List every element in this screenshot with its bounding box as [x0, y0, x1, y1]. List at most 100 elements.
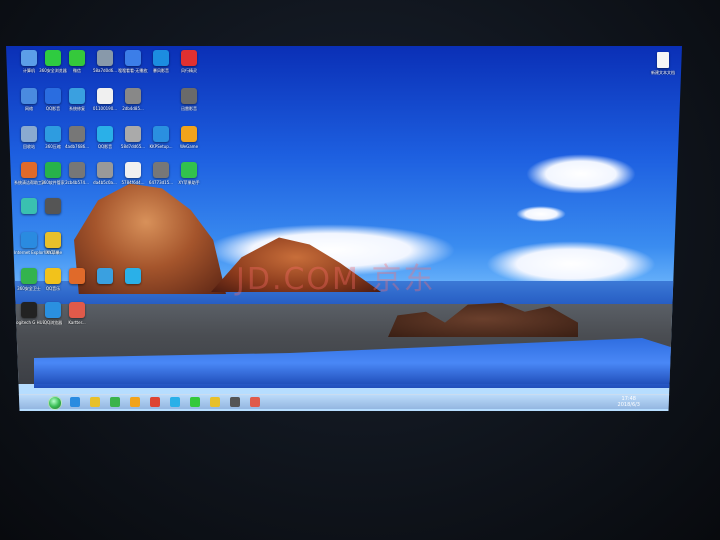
desktop-icon[interactable] — [62, 268, 92, 286]
desktop-icon[interactable]: 58d7dd65... — [118, 126, 148, 149]
app-icon — [153, 126, 169, 142]
desktop-icon[interactable]: 58a7d0d6... — [90, 50, 120, 73]
desktop-icon[interactable]: KKPSetup... — [146, 126, 176, 149]
app-icon — [97, 162, 113, 178]
app-icon — [181, 126, 197, 142]
desktop-icon-label: da4b5c0a... — [93, 180, 117, 185]
clock-date: 2018/6/3 — [617, 402, 640, 408]
desktop-icon-label: 2db4d85... — [122, 106, 144, 111]
taskbar-qq-icon[interactable] — [170, 397, 180, 407]
app-icon — [21, 232, 37, 248]
app-icon — [125, 162, 141, 178]
desktop-icon[interactable]: 暴风影音 — [146, 50, 176, 73]
app-icon — [45, 268, 61, 284]
app-icon — [69, 268, 85, 284]
app-icon — [45, 126, 61, 142]
app-icon — [125, 88, 141, 104]
app-icon — [97, 268, 113, 284]
desktop: JD.COM 京东 计算机 360安全浏览器 微信 58a7d0d6... 嗖嗖看看·无… — [6, 46, 682, 411]
desktop-icon-right[interactable]: 新建文本文档 — [645, 52, 681, 75]
desktop-icon-label: QQ音乐 — [45, 286, 61, 291]
system-clock[interactable]: 17:48 2018/6/3 — [618, 396, 640, 408]
app-icon — [69, 50, 85, 66]
app-icon — [97, 126, 113, 142]
desktop-icon[interactable]: 系统修复 — [62, 88, 92, 111]
app-icon — [181, 162, 197, 178]
desktop-icon-label: 01100190... — [92, 106, 118, 111]
desktop-icon-label: 4adb7686... — [64, 144, 90, 149]
desktop-icon-label: 迅雷影音 — [181, 106, 197, 111]
app-icon — [45, 162, 61, 178]
desktop-icon[interactable]: 微信 — [62, 50, 92, 73]
desktop-icon[interactable]: 5784f6d4... — [118, 162, 148, 185]
desktop-icon-label: 风行精灵 — [181, 68, 197, 73]
desktop-icon-label: 系统修复 — [69, 106, 85, 111]
taskbar-360-icon[interactable] — [110, 397, 120, 407]
app-icon — [153, 162, 169, 178]
taskbar-wechat-icon[interactable] — [190, 397, 200, 407]
desktop-icon-label: WeGame — [179, 144, 199, 149]
app-icon — [97, 88, 113, 104]
app-icon — [21, 302, 37, 318]
taskbar: 17:48 2018/6/3 — [18, 394, 670, 410]
desktop-icon-label: KKPSetup... — [149, 144, 173, 149]
desktop-icon[interactable]: QQ影音 — [90, 126, 120, 149]
desktop-icon[interactable] — [118, 268, 148, 286]
taskbar-explorer-icon[interactable] — [90, 397, 100, 407]
app-icon — [125, 268, 141, 284]
desktop-icon-label: 5784f6d4... — [121, 180, 145, 185]
app-icon — [125, 126, 141, 142]
desktop-icon-label: 微信 — [73, 68, 81, 73]
desktop-icon[interactable]: 2db4d85... — [118, 88, 148, 111]
desktop-icon[interactable]: da4b5c0a... — [90, 162, 120, 185]
desktop-icon-label: 2cb4b574... — [65, 180, 89, 185]
app-icon — [181, 50, 197, 66]
desktop-icon-label: Kartter... — [68, 320, 86, 325]
taskbar-folder-icon[interactable] — [210, 397, 220, 407]
app-icon — [21, 50, 37, 66]
desktop-icon[interactable]: 风行精灵 — [174, 50, 204, 73]
desktop-icon-label: XY苹果助手 — [178, 180, 200, 185]
desktop-icon-label: QQ影音 — [97, 144, 113, 149]
taskbar-ie-icon[interactable] — [70, 397, 80, 407]
taskbar-game-icon[interactable] — [230, 397, 240, 407]
app-icon — [97, 50, 113, 66]
desktop-icon[interactable]: 01100190... — [90, 88, 120, 111]
desktop-icon[interactable]: 2cb4b574... — [62, 162, 92, 185]
desktop-icon[interactable]: WeGame — [174, 126, 204, 149]
taskbar-player-icon[interactable] — [250, 397, 260, 407]
taskbar-media-icon[interactable] — [130, 397, 140, 407]
app-icon — [21, 268, 37, 284]
desktop-icon[interactable]: 迅雷影音 — [174, 88, 204, 111]
app-icon — [125, 50, 141, 66]
app-icon — [45, 232, 61, 248]
desktop-icon-label: 58d7dd65... — [120, 144, 146, 149]
desktop-icon[interactable]: 4adb7686... — [62, 126, 92, 149]
taskbar-chrome-icon[interactable] — [150, 397, 160, 407]
desktop-icon[interactable] — [38, 198, 68, 216]
app-icon — [45, 88, 61, 104]
desktop-icon[interactable] — [90, 268, 120, 286]
desktop-icon[interactable]: XY苹果 — [38, 232, 68, 255]
desktop-icon-label: 64773d15... — [148, 180, 174, 185]
app-icon — [181, 88, 197, 104]
desktop-icon[interactable]: Kartter... — [62, 302, 92, 325]
desktop-icon-label: 暴风影音 — [153, 68, 169, 73]
desktop-icon-label: 嗖嗖看看·无播放大片 — [118, 68, 148, 73]
document-icon — [657, 52, 669, 68]
app-icon — [21, 162, 37, 178]
app-icon — [21, 88, 37, 104]
start-button[interactable] — [48, 396, 62, 410]
desktop-icon[interactable]: 嗖嗖看看·无播放大片 — [118, 50, 148, 73]
app-icon — [45, 198, 61, 214]
desktop-icon-label: 新建文本文档 — [651, 70, 675, 75]
app-icon — [45, 302, 61, 318]
desktop-icon[interactable]: 64773d15... — [146, 162, 176, 185]
app-icon — [69, 126, 85, 142]
app-icon — [69, 302, 85, 318]
desktop-icon-label: 58a7d0d6... — [92, 68, 118, 73]
desktop-icon[interactable]: XY苹果助手 — [174, 162, 204, 185]
desktop-icons: 计算机360安全浏览器微信58a7d0d6...嗖嗖看看·无播放大片暴风影音风行… — [6, 46, 682, 411]
desktop-icon-label: XY苹果 — [46, 250, 60, 255]
app-icon — [69, 162, 85, 178]
